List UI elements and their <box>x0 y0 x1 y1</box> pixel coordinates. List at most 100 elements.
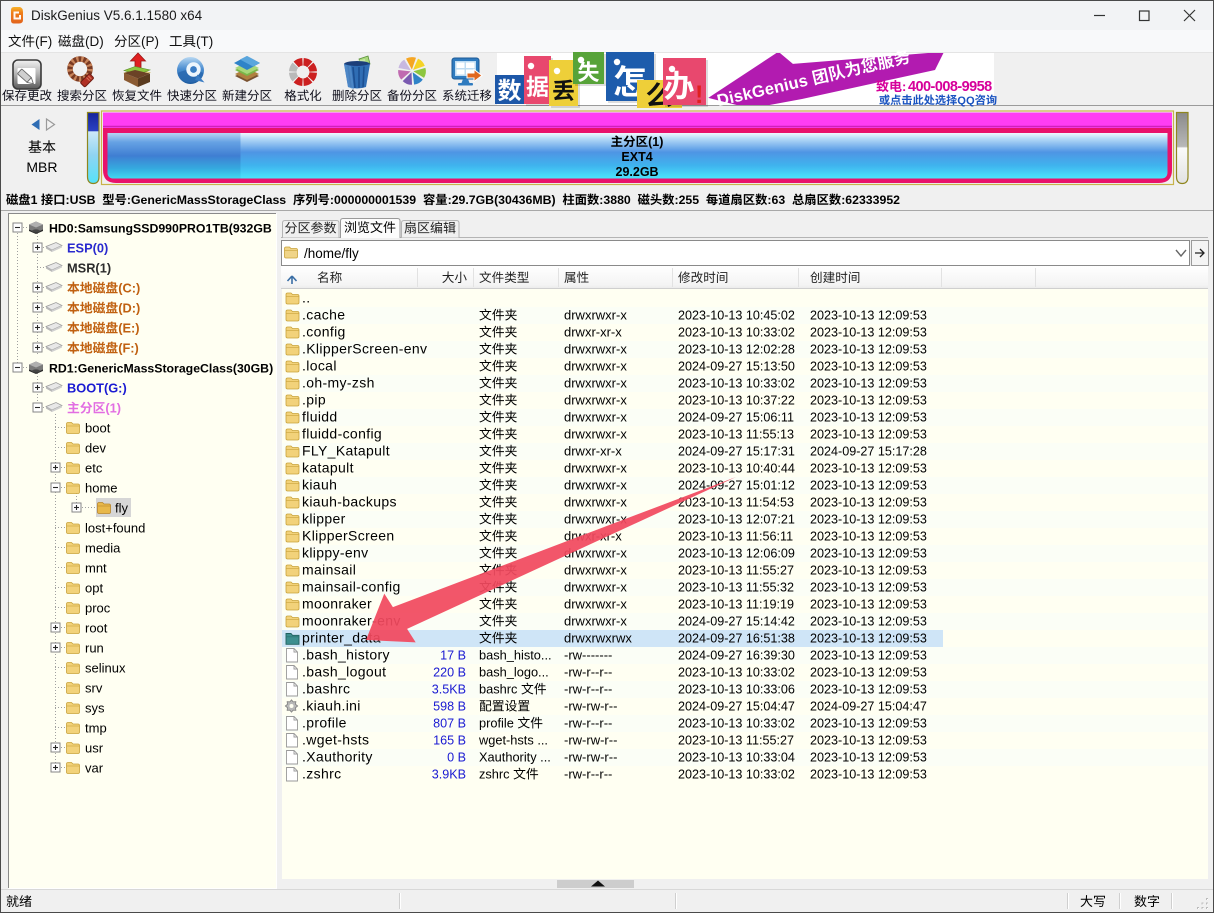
svg-text::255: :255 <box>675 193 700 207</box>
svg-text::000000001539: :000000001539 <box>330 193 416 207</box>
svg-text:selinux: selinux <box>85 661 126 676</box>
svg-text:RD1:GenericMassStorageClass(30: RD1:GenericMassStorageClass(30GB) <box>49 362 273 376</box>
svg-text:2023-10-13 12:09:53: 2023-10-13 12:09:53 <box>810 683 927 697</box>
svg-text:-rw-r--r--: -rw-r--r-- <box>564 682 612 697</box>
svg-text:boot: boot <box>85 421 111 436</box>
svg-text:.kiauh.ini: .kiauh.ini <box>302 698 361 714</box>
svg-text:2023-10-13 11:55:32: 2023-10-13 11:55:32 <box>678 581 794 595</box>
svg-text:220 B: 220 B <box>433 666 466 680</box>
svg-text:proc: proc <box>85 601 111 616</box>
svg-text:2023-10-13 10:37:22: 2023-10-13 10:37:22 <box>678 394 795 408</box>
svg-text:drwxr-xr-x: drwxr-xr-x <box>564 325 622 340</box>
svg-text:.config: .config <box>302 324 346 340</box>
svg-text:2023-10-13 12:09:53: 2023-10-13 12:09:53 <box>810 428 927 442</box>
svg-text:2023-10-13 10:33:02: 2023-10-13 10:33:02 <box>678 377 795 391</box>
svg-text:moonraker: moonraker <box>302 596 372 612</box>
svg-text:(1): (1) <box>105 401 121 416</box>
svg-text:klippy-env: klippy-env <box>302 545 369 561</box>
svg-text:MBR: MBR <box>26 159 57 175</box>
svg-text:-rw-rw-r--: -rw-rw-r-- <box>564 750 617 765</box>
svg-text:HD0:SamsungSSD990PRO1TB(932GB: HD0:SamsungSSD990PRO1TB(932GB <box>49 222 272 236</box>
svg-text:2024-09-27 16:51:38: 2024-09-27 16:51:38 <box>678 632 795 646</box>
svg-text:2023-10-13 10:33:02: 2023-10-13 10:33:02 <box>678 768 795 782</box>
svg-text:2024-09-27 15:14:42: 2024-09-27 15:14:42 <box>678 615 795 629</box>
svg-text:BOOT(G:): BOOT(G:) <box>67 381 127 396</box>
svg-text:2023-10-13 11:55:13: 2023-10-13 11:55:13 <box>678 428 794 442</box>
svg-text:2023-10-13 12:09:53: 2023-10-13 12:09:53 <box>810 751 927 765</box>
svg-text:bash_logo...: bash_logo... <box>479 665 549 680</box>
svg-text:(F): (F) <box>35 34 52 49</box>
svg-text:sys: sys <box>85 701 105 716</box>
svg-text:0 B: 0 B <box>447 751 466 765</box>
svg-text:2024-09-27 15:06:11: 2024-09-27 15:06:11 <box>678 411 794 425</box>
svg-text:2024-09-27 15:17:28: 2024-09-27 15:17:28 <box>810 445 927 459</box>
svg-text:2023-10-13 12:09:53: 2023-10-13 12:09:53 <box>810 768 927 782</box>
svg-text:kiauh-backups: kiauh-backups <box>302 494 397 510</box>
svg-text:tmp: tmp <box>85 721 107 736</box>
svg-text:(D:): (D:) <box>118 301 140 316</box>
svg-text:mnt: mnt <box>85 561 107 576</box>
svg-text:2023-10-13 12:09:53: 2023-10-13 12:09:53 <box>810 360 927 374</box>
svg-text:807 B: 807 B <box>433 717 466 731</box>
svg-text:fluidd: fluidd <box>302 409 338 425</box>
svg-text:2023-10-13 12:09:53: 2023-10-13 12:09:53 <box>810 717 927 731</box>
svg-text:drwxrwxr-x: drwxrwxr-x <box>564 376 627 391</box>
svg-text:-rw-r--r--: -rw-r--r-- <box>564 767 612 782</box>
svg-text:.cache: .cache <box>302 307 345 323</box>
svg-text:400-008-9958: 400-008-9958 <box>908 79 992 95</box>
svg-text:2023-10-13 12:09:53: 2023-10-13 12:09:53 <box>810 326 927 340</box>
svg-text:.bashrc: .bashrc <box>302 681 350 697</box>
svg-text:-rw-r--r--: -rw-r--r-- <box>564 665 612 680</box>
svg-text:2023-10-13 12:09:53: 2023-10-13 12:09:53 <box>810 479 927 493</box>
svg-text:opt: opt <box>85 581 103 596</box>
svg-text:2023-10-13 12:09:53: 2023-10-13 12:09:53 <box>810 666 927 680</box>
svg-text:2024-09-27 15:13:50: 2024-09-27 15:13:50 <box>678 360 795 374</box>
svg-text:wget-hsts ...: wget-hsts ... <box>478 733 548 748</box>
svg-text:.bash_history: .bash_history <box>302 647 390 663</box>
svg-text:fly: fly <box>115 501 129 516</box>
svg-text:-rw-rw-r--: -rw-rw-r-- <box>564 699 617 714</box>
svg-text:2023-10-13 12:09:53: 2023-10-13 12:09:53 <box>810 343 927 357</box>
svg-text:etc: etc <box>85 461 103 476</box>
svg-text:2023-10-13 12:02:28: 2023-10-13 12:02:28 <box>678 343 795 357</box>
svg-text::29.7GB(30436MB): :29.7GB(30436MB) <box>448 193 556 207</box>
svg-text:2023-10-13 12:09:53: 2023-10-13 12:09:53 <box>810 649 927 663</box>
svg-text:var: var <box>85 761 104 776</box>
svg-text:3.5KB: 3.5KB <box>432 683 466 697</box>
svg-text:root: root <box>85 621 108 636</box>
svg-text:2023-10-13 11:55:27: 2023-10-13 11:55:27 <box>678 564 794 578</box>
svg-text:-rw-r--r--: -rw-r--r-- <box>564 716 612 731</box>
svg-text:2023-10-13 12:09:53: 2023-10-13 12:09:53 <box>810 309 927 323</box>
svg-text:2023-10-13 11:55:27: 2023-10-13 11:55:27 <box>678 734 794 748</box>
svg-text:QQ: QQ <box>957 95 975 107</box>
svg-text:(F:): (F:) <box>118 341 139 356</box>
svg-text:2024-09-27 15:04:47: 2024-09-27 15:04:47 <box>810 700 927 714</box>
svg-text::: : <box>902 79 906 94</box>
svg-text:.oh-my-zsh: .oh-my-zsh <box>302 375 375 391</box>
svg-text:drwxrwxr-x: drwxrwxr-x <box>564 427 627 442</box>
svg-text:1: 1 <box>31 193 38 207</box>
svg-text:2023-10-13 12:09:53: 2023-10-13 12:09:53 <box>810 411 927 425</box>
svg-text:drwxrwxr-x: drwxrwxr-x <box>564 495 627 510</box>
svg-text:2023-10-13 12:09:53: 2023-10-13 12:09:53 <box>810 496 927 510</box>
svg-text:.local: .local <box>302 358 337 374</box>
svg-text:598 B: 598 B <box>433 700 466 714</box>
svg-text:katapult: katapult <box>302 460 354 476</box>
svg-text:2023-10-13 12:09:53: 2023-10-13 12:09:53 <box>810 632 927 646</box>
svg-text:usr: usr <box>85 741 104 756</box>
svg-text:drwxrwxr-x: drwxrwxr-x <box>564 597 627 612</box>
svg-text:2023-10-13 12:09:53: 2023-10-13 12:09:53 <box>810 513 927 527</box>
svg-text:drwxrwxr-x: drwxrwxr-x <box>564 580 627 595</box>
svg-text:drwxrwxr-x: drwxrwxr-x <box>564 461 627 476</box>
svg-text:2024-09-27 15:17:31: 2024-09-27 15:17:31 <box>678 445 795 459</box>
svg-text:lost+found: lost+found <box>85 521 145 536</box>
svg-text:2023-10-13 10:33:04: 2023-10-13 10:33:04 <box>678 751 795 765</box>
svg-text:DiskGenius V5.6.1.1580 x64: DiskGenius V5.6.1.1580 x64 <box>31 8 203 23</box>
svg-text:EXT4: EXT4 <box>621 150 652 164</box>
svg-text:media: media <box>85 541 121 556</box>
svg-text:29.2GB: 29.2GB <box>616 165 659 179</box>
svg-text:2023-10-13 12:09:53: 2023-10-13 12:09:53 <box>810 581 927 595</box>
svg-text:2023-10-13 10:33:02: 2023-10-13 10:33:02 <box>678 326 795 340</box>
svg-text:2023-10-13 10:33:06: 2023-10-13 10:33:06 <box>678 683 795 697</box>
svg-text:bashrc: bashrc <box>479 682 518 697</box>
